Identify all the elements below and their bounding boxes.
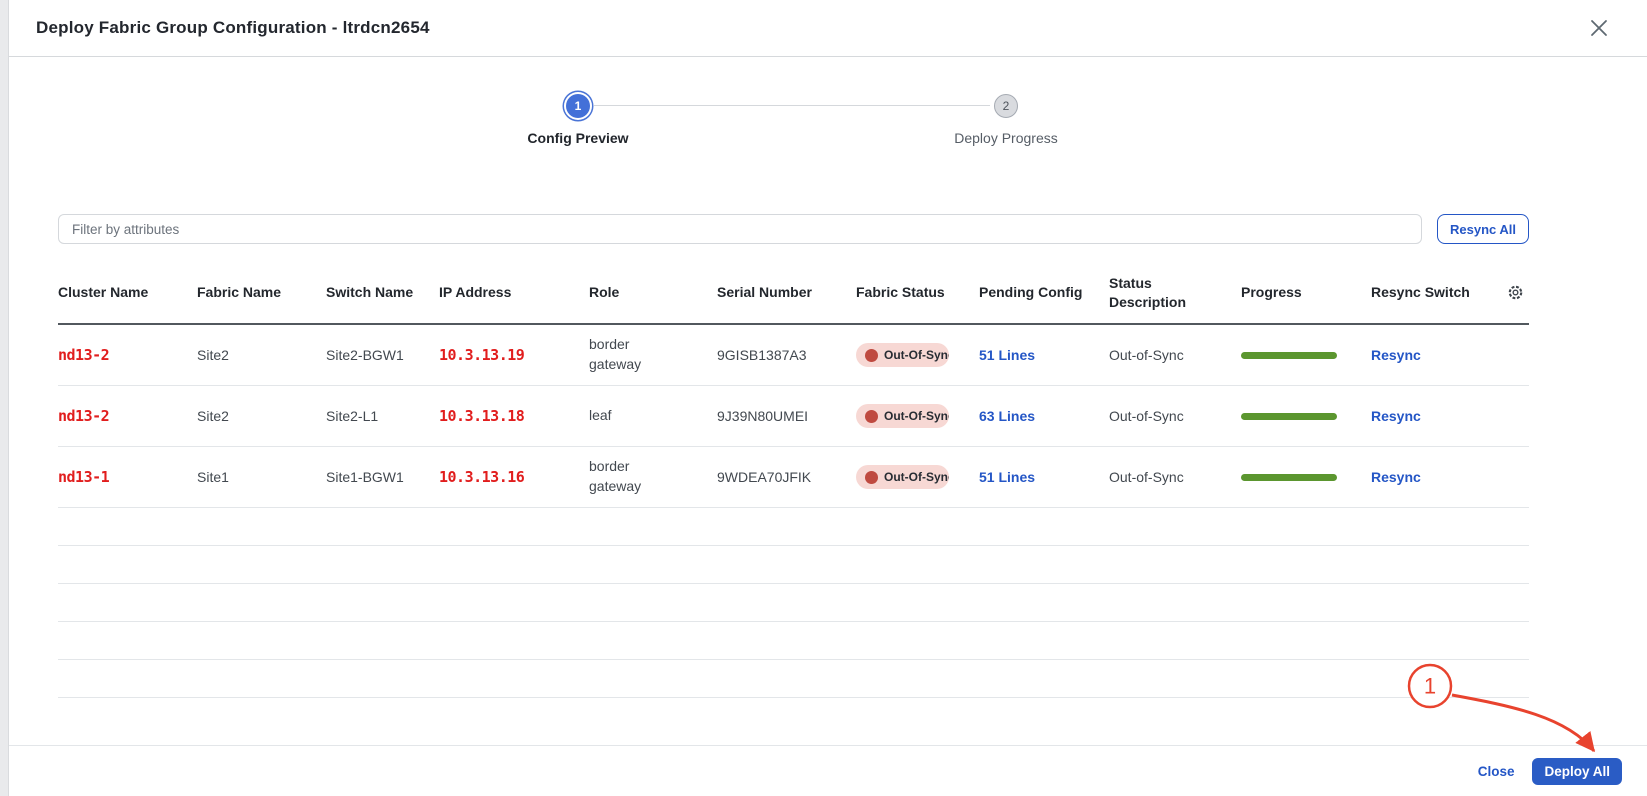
col-resync-switch: Resync Switch xyxy=(1371,283,1501,302)
col-fabric-name: Fabric Name xyxy=(197,283,326,302)
cell-serial-number: 9GISB1387A3 xyxy=(717,347,856,363)
step-1-label: Config Preview xyxy=(527,130,628,146)
col-progress: Progress xyxy=(1241,283,1371,302)
table-row: nd13-2 Site2 Site2-L1 10.3.13.18 leaf 9J… xyxy=(58,386,1529,447)
progress-bar xyxy=(1241,413,1337,420)
cell-switch-name: Site2-L1 xyxy=(326,408,439,424)
step-deploy-progress: 2 Deploy Progress xyxy=(896,94,1116,146)
cell-progress xyxy=(1241,352,1371,359)
cell-resync-switch: Resync xyxy=(1371,469,1501,485)
cell-switch-name: Site2-BGW1 xyxy=(326,347,439,363)
pending-config-link[interactable]: 63 Lines xyxy=(979,408,1035,424)
cell-switch-name: Site1-BGW1 xyxy=(326,469,439,485)
cell-fabric-name: Site2 xyxy=(197,408,326,424)
col-pending-config: Pending Config xyxy=(979,283,1109,302)
step-2-circle: 2 xyxy=(994,94,1018,118)
deploy-fabric-modal: Deploy Fabric Group Configuration - ltrd… xyxy=(8,0,1647,796)
out-of-sync-dot-icon xyxy=(865,349,878,362)
cell-ip-address: 10.3.13.19 xyxy=(439,346,589,364)
step-config-preview[interactable]: 1 Config Preview xyxy=(468,94,688,146)
status-badge-label: Out-Of-Sync xyxy=(884,409,949,423)
modal-title: Deploy Fabric Group Configuration - ltrd… xyxy=(36,18,430,38)
progress-bar xyxy=(1241,474,1337,481)
cell-pending-config: 63 Lines xyxy=(979,408,1109,424)
table-row-empty xyxy=(58,546,1529,584)
cell-progress xyxy=(1241,474,1371,481)
table-row-empty xyxy=(58,508,1529,546)
cell-fabric-status: Out-Of-Sync xyxy=(856,404,979,428)
col-fabric-status: Fabric Status xyxy=(856,283,979,302)
close-button[interactable]: Close xyxy=(1478,764,1515,779)
step-2-label: Deploy Progress xyxy=(954,130,1058,146)
cell-role: border gateway xyxy=(589,457,661,496)
cell-resync-switch: Resync xyxy=(1371,347,1501,363)
status-badge: Out-Of-Sync xyxy=(856,465,949,489)
column-settings-gear-icon[interactable] xyxy=(1501,282,1529,303)
status-badge: Out-Of-Sync xyxy=(856,343,949,367)
table-row-empty xyxy=(58,622,1529,660)
wizard-stepper: 1 Config Preview 2 Deploy Progress xyxy=(9,57,1647,186)
deploy-all-button[interactable]: Deploy All xyxy=(1532,758,1622,785)
table-header: Cluster Name Fabric Name Switch Name IP … xyxy=(58,262,1529,325)
status-badge: Out-Of-Sync xyxy=(856,404,949,428)
empty-rows xyxy=(58,508,1529,698)
progress-bar xyxy=(1241,352,1337,359)
out-of-sync-dot-icon xyxy=(865,471,878,484)
table-row: nd13-2 Site2 Site2-BGW1 10.3.13.19 borde… xyxy=(58,325,1529,386)
pending-config-link[interactable]: 51 Lines xyxy=(979,347,1035,363)
table-row: nd13-1 Site1 Site1-BGW1 10.3.13.16 borde… xyxy=(58,447,1529,508)
cell-cluster-name: nd13-2 xyxy=(58,346,197,364)
col-ip-address: IP Address xyxy=(439,283,589,302)
cell-resync-switch: Resync xyxy=(1371,408,1501,424)
step-1-circle[interactable]: 1 xyxy=(566,94,590,118)
resync-all-button[interactable]: Resync All xyxy=(1437,214,1529,244)
cell-fabric-status: Out-Of-Sync xyxy=(856,343,979,367)
table-toolbar: Resync All xyxy=(58,214,1529,244)
cell-pending-config: 51 Lines xyxy=(979,347,1109,363)
col-serial-number: Serial Number xyxy=(717,283,856,302)
resync-link[interactable]: Resync xyxy=(1371,408,1421,424)
cell-serial-number: 9J39N80UMEI xyxy=(717,408,856,424)
cell-status-description: Out-of-Sync xyxy=(1109,408,1241,424)
modal-footer: Close Deploy All xyxy=(9,745,1647,796)
filter-input[interactable] xyxy=(58,214,1422,244)
cell-ip-address: 10.3.13.16 xyxy=(439,468,589,486)
cell-status-description: Out-of-Sync xyxy=(1109,469,1241,485)
cell-role: border gateway xyxy=(589,335,661,374)
table-row-empty xyxy=(58,584,1529,622)
out-of-sync-dot-icon xyxy=(865,410,878,423)
cell-pending-config: 51 Lines xyxy=(979,469,1109,485)
close-icon[interactable] xyxy=(1583,12,1615,44)
cell-serial-number: 9WDEA70JFIK xyxy=(717,469,856,485)
cell-fabric-name: Site1 xyxy=(197,469,326,485)
cell-progress xyxy=(1241,413,1371,420)
pending-config-link[interactable]: 51 Lines xyxy=(979,469,1035,485)
status-badge-label: Out-Of-Sync xyxy=(884,348,949,362)
col-switch-name: Switch Name xyxy=(326,283,439,302)
cell-status-description: Out-of-Sync xyxy=(1109,347,1241,363)
modal-titlebar: Deploy Fabric Group Configuration - ltrd… xyxy=(9,0,1647,57)
resync-link[interactable]: Resync xyxy=(1371,347,1421,363)
col-cluster-name: Cluster Name xyxy=(58,283,197,302)
status-badge-label: Out-Of-Sync xyxy=(884,470,949,484)
col-status-description: Status Description xyxy=(1109,274,1203,312)
cell-fabric-status: Out-Of-Sync xyxy=(856,465,979,489)
cell-cluster-name: nd13-1 xyxy=(58,468,197,486)
cell-ip-address: 10.3.13.18 xyxy=(439,407,589,425)
resync-link[interactable]: Resync xyxy=(1371,469,1421,485)
cell-cluster-name: nd13-2 xyxy=(58,407,197,425)
table-row-empty xyxy=(58,660,1529,698)
modal-content: Resync All Cluster Name Fabric Name Swit… xyxy=(58,214,1529,698)
col-role: Role xyxy=(589,283,717,302)
cell-role: leaf xyxy=(589,406,661,426)
cell-fabric-name: Site2 xyxy=(197,347,326,363)
